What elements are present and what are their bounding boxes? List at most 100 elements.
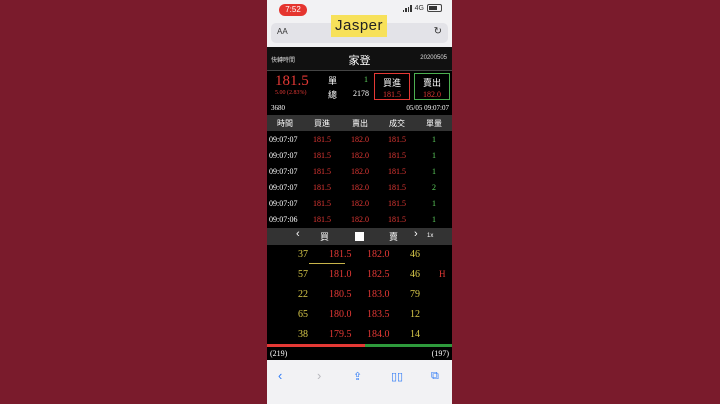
tick-deal: 181.5 <box>388 183 406 192</box>
buy-button-price: 181.5 <box>383 90 401 99</box>
sell-button-label: 賣出 <box>422 78 441 88</box>
reload-icon[interactable]: ↻ <box>434 26 442 37</box>
phone-screen: 7:52 4G AA ↻ Jasper 快轉時間 家登 20200505 181… <box>267 0 452 404</box>
tick-time: 09:07:07 <box>269 199 298 208</box>
single-volume: 1 <box>364 75 368 84</box>
last-trade-underline <box>309 263 345 264</box>
tick-ask: 182.0 <box>351 167 369 176</box>
bookmarks-icon[interactable]: ▯▯ <box>391 370 403 383</box>
tick-row: 09:07:07 181.5 182.0 181.5 1 <box>267 197 452 213</box>
bid-ask-ratio-bar <box>267 344 452 347</box>
tick-row: 09:07:07 181.5 182.0 181.5 1 <box>267 149 452 165</box>
ask-qty: 79 <box>410 289 420 300</box>
chevron-right-icon[interactable]: › <box>414 228 418 240</box>
tick-deal: 181.5 <box>388 215 406 224</box>
ask-price: 182.5 <box>367 269 390 280</box>
tick-ask: 182.0 <box>351 135 369 144</box>
bid-qty: 65 <box>298 309 308 320</box>
watermark-label: Jasper <box>331 15 387 37</box>
order-book: 37 181.5 182.0 46 57 181.0 182.5 46 22 1… <box>267 246 452 346</box>
buy-button[interactable]: 買進 181.5 <box>374 73 410 100</box>
tick-bid: 181.5 <box>313 183 331 192</box>
ask-price: 183.0 <box>367 289 390 300</box>
tabs-icon[interactable]: ⧉ <box>431 370 439 383</box>
tick-qty: 1 <box>432 151 436 160</box>
tick-ask: 182.0 <box>351 183 369 192</box>
tick-bid: 181.5 <box>313 151 331 160</box>
volume-value: 3680 <box>271 104 285 112</box>
col-qty: 單量 <box>426 119 442 128</box>
bid-price: 179.5 <box>329 329 352 340</box>
tick-bid: 181.5 <box>313 215 331 224</box>
tick-ask: 182.0 <box>351 199 369 208</box>
battery-icon <box>427 4 442 12</box>
ask-total: (197) <box>431 349 449 358</box>
ask-qty: 14 <box>410 329 420 340</box>
depth-nav: ‹ 買 賣 › 1x <box>267 228 452 245</box>
tick-time: 09:07:06 <box>269 215 298 224</box>
chevron-left-icon[interactable]: ‹ <box>296 228 300 240</box>
tick-deal: 181.5 <box>388 151 406 160</box>
tick-row: 09:07:07 181.5 182.0 181.5 1 <box>267 165 452 181</box>
tick-qty: 1 <box>432 135 436 144</box>
tick-time: 09:07:07 <box>269 167 298 176</box>
sell-button[interactable]: 賣出 182.0 <box>414 73 450 100</box>
tick-ask: 182.0 <box>351 215 369 224</box>
tick-deal: 181.5 <box>388 199 406 208</box>
ask-qty: 12 <box>410 309 420 320</box>
signal-icon <box>402 4 412 12</box>
depth-sell-label: 賣 <box>389 232 399 242</box>
bid-price: 180.0 <box>329 309 352 320</box>
tick-qty: 2 <box>432 183 436 192</box>
tick-qty: 1 <box>432 167 436 176</box>
forward-icon[interactable]: › <box>317 368 321 383</box>
bid-ratio <box>267 344 365 347</box>
col-bid: 買進 <box>314 119 330 128</box>
trade-date: 20200505 <box>420 55 447 61</box>
tick-bid: 181.5 <box>313 199 331 208</box>
ask-price: 183.5 <box>367 309 390 320</box>
total-label: 總 <box>328 90 338 100</box>
buy-button-label: 買進 <box>382 78 401 88</box>
tick-row: 09:07:07 181.5 182.0 181.5 2 <box>267 181 452 197</box>
col-ask: 賣出 <box>352 119 368 128</box>
tick-time: 09:07:07 <box>269 135 298 144</box>
bid-qty: 22 <box>298 289 308 300</box>
bid-qty: 38 <box>298 329 308 340</box>
network-type: 4G <box>414 4 424 12</box>
tick-deal: 181.5 <box>388 135 406 144</box>
ask-price: 182.0 <box>367 249 390 260</box>
status-indicators: 4G <box>402 4 442 12</box>
speed-selector[interactable]: 1x <box>427 233 433 239</box>
tick-deal: 181.5 <box>388 167 406 176</box>
ask-ratio <box>365 344 452 347</box>
back-icon[interactable]: ‹ <box>278 368 282 383</box>
ask-qty: 46 <box>410 269 420 280</box>
tick-qty: 1 <box>432 215 436 224</box>
book-row: 38 179.5 184.0 14 <box>267 326 452 346</box>
reader-aa-button[interactable]: AA <box>277 27 288 36</box>
total-volume: 2178 <box>353 89 369 98</box>
tick-ask: 182.0 <box>351 151 369 160</box>
tick-row: 09:07:06 181.5 182.0 181.5 1 <box>267 213 452 229</box>
ticks-list: 09:07:07 181.5 182.0 181.5 1 09:07:07 18… <box>267 133 452 229</box>
book-totals: (219) (197) <box>267 348 452 360</box>
tick-time: 09:07:07 <box>269 151 298 160</box>
ticks-header: 時間 買進 賣出 成交 單量 <box>267 115 452 131</box>
book-row: 65 180.0 183.5 12 <box>267 306 452 326</box>
quote-timestamp: 05/05 09:07:07 <box>406 104 449 112</box>
bid-total: (219) <box>270 349 288 358</box>
safari-toolbar: ‹ › ⇪ ▯▯ ⧉ <box>267 360 452 404</box>
bid-price: 181.0 <box>329 269 352 280</box>
tick-qty: 1 <box>432 199 436 208</box>
ask-qty: 46 <box>410 249 420 260</box>
col-deal: 成交 <box>389 119 405 128</box>
depth-buy-label: 買 <box>320 232 330 242</box>
ask-price: 184.0 <box>367 329 390 340</box>
single-label: 單 <box>328 76 338 86</box>
sell-button-price: 182.0 <box>423 90 441 99</box>
tick-row: 09:07:07 181.5 182.0 181.5 1 <box>267 133 452 149</box>
bid-price: 180.5 <box>329 289 352 300</box>
share-icon[interactable]: ⇪ <box>353 370 362 383</box>
stop-icon[interactable] <box>355 232 364 241</box>
